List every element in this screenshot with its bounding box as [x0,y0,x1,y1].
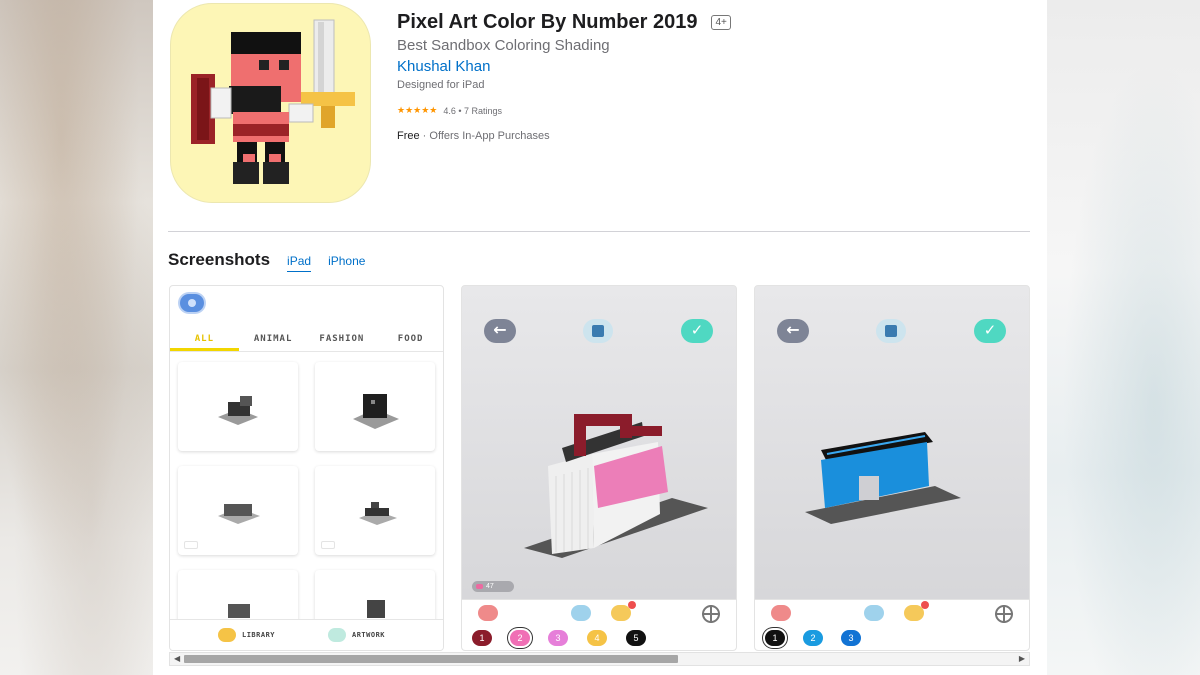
thumbnail-badge [184,541,198,549]
screenshots-title: Screenshots [168,250,271,269]
crosshair-icon [702,605,720,623]
background-right-margin [1047,0,1200,675]
rating-text: 4.6 • 7 Ratings [443,105,503,116]
app-subtitle: Best Sandbox Coloring Shading [397,37,610,54]
star-rating-icon: ★★★★★ [397,105,438,115]
screenshots-header: Screenshots iPad iPhone [168,250,365,272]
magnifier-icon [864,605,884,621]
app-icon [170,3,371,203]
pixel-warrior-icon [191,19,355,184]
palette-icon [478,605,498,621]
artwork-card [178,362,298,451]
developer-link[interactable]: Khushal Khan [397,58,490,75]
age-rating-badge: 4+ [711,15,731,30]
title-row: Pixel Art Color By Number 2019 4+ [397,11,731,34]
color-swatch: 4 [587,630,607,646]
magnifier-icon [571,605,591,621]
background-left-margin [0,0,153,675]
library-bottom-bar: LIBRARY ARTWORK [170,619,443,650]
rating-row: ★★★★★ 4.6 • 7 Ratings [397,105,502,116]
notification-badge [921,601,929,609]
category-tab-fashion: FASHION [319,334,365,344]
thumbnail-badge [321,541,335,549]
color-swatch-selected: 2 [510,630,530,646]
category-tab-animal: ANIMAL [253,334,293,344]
artwork-card [178,466,298,555]
designed-for-label: Designed for iPad [397,79,485,91]
color-swatch: 5 [626,630,646,646]
category-tab-all: ALL [170,332,239,351]
voxel-handbag-model [524,414,708,558]
screenshot-2[interactable]: 47 1 2 3 4 5 [461,285,737,651]
app-title: Pixel Art Color By Number 2019 [397,11,698,33]
palette-icon [771,605,791,621]
color-toolbar: 1 2 3 4 5 [462,599,736,650]
artwork-card [315,362,435,451]
library-icon [218,628,236,642]
notification-badge [628,601,636,609]
library-button: LIBRARY [218,628,275,642]
color-swatch: 1 [472,630,492,646]
scroll-left-arrow-icon[interactable]: ◀ [174,654,180,663]
hint-icon [611,601,636,621]
add-icon [180,294,204,312]
hint-icon [904,601,929,621]
progress-badge: 47 [472,581,514,592]
scrollbar-thumb[interactable] [184,655,678,663]
color-swatch-selected: 1 [765,630,785,646]
library-label: LIBRARY [242,631,276,639]
crosshair-icon [995,605,1013,623]
artwork-card [315,466,435,555]
app-store-page: Pixel Art Color By Number 2019 4+ Best S… [153,0,1047,675]
color-swatch: 3 [548,630,568,646]
tab-ipad[interactable]: iPad [287,254,312,272]
screenshot-1[interactable]: ALL ANIMAL FASHION FOOD LIBRARY ARTWORK [169,285,444,651]
color-swatch: 2 [803,630,823,646]
voxel-blue-shorts-model [805,432,961,524]
voxel-building-thumbnail [367,600,385,618]
artwork-button: ARTWORK [328,628,385,642]
screenshot-3[interactable]: 1 2 3 [754,285,1030,651]
scroll-right-arrow-icon[interactable]: ▶ [1019,654,1025,663]
voxel-cannon-thumbnail [218,396,258,425]
category-tabs: ALL ANIMAL FASHION FOOD [170,332,443,352]
price-row: Free · Offers In-App Purchases [397,130,550,142]
screenshots-scrollbar[interactable]: ◀ ▶ [169,652,1030,666]
category-tab-food: FOOD [397,334,424,344]
section-divider [168,231,1030,232]
color-swatch: 3 [841,630,861,646]
artwork-label: ARTWORK [352,631,386,639]
price-label: Free [397,130,420,142]
voxel-box-thumbnail [353,394,399,429]
voxel-animal-thumbnail [228,604,250,618]
artwork-icon [328,628,346,642]
tab-iphone[interactable]: iPhone [328,254,365,271]
color-toolbar: 1 2 3 [755,599,1029,650]
in-app-purchases-note: · Offers In-App Purchases [419,130,550,142]
